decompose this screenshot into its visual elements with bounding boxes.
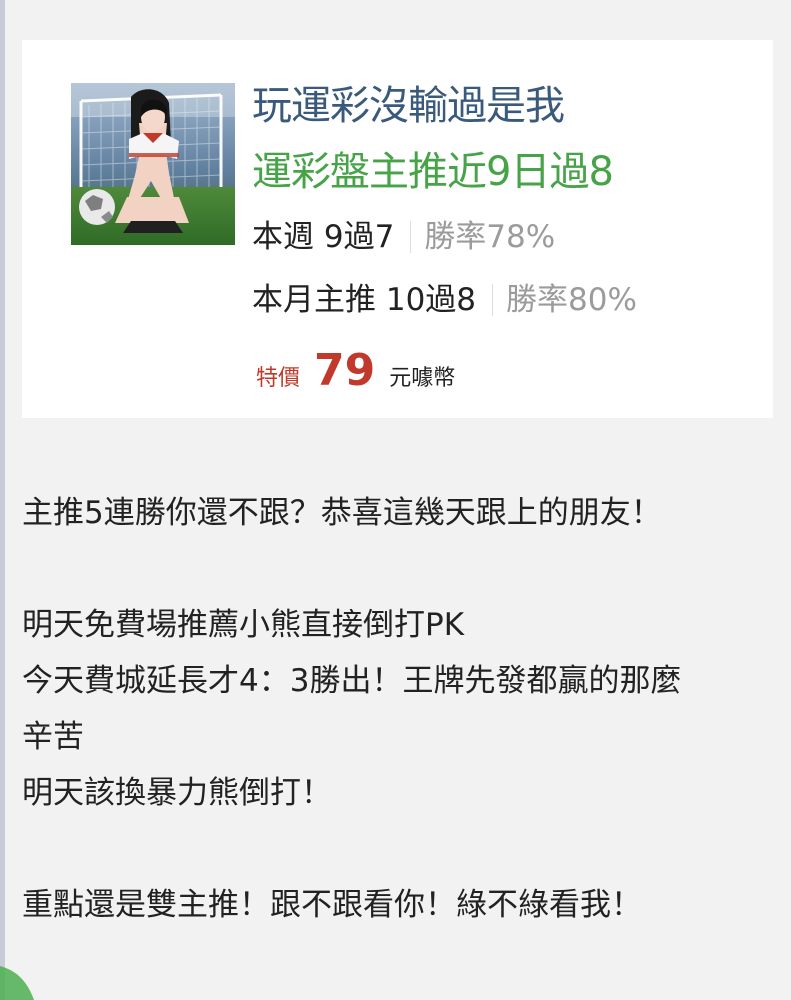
promo-card[interactable]: 玩運彩沒輸過是我 運彩盤主推近9日過8 本週 9過7 勝率78% 本月主推 10… [22,40,773,418]
tipster-subtitle: 運彩盤主推近9日過8 [252,149,614,195]
price-unit: 元噱幣 [389,366,456,391]
page-edge [0,0,5,1000]
weekly-win-rate: 勝率78% [424,219,556,255]
post-line: 主推5連勝你還不跟？恭喜這幾天跟上的朋友！ [22,495,662,531]
monthly-win-rate: 勝率80% [506,282,637,318]
leaf-icon [0,966,34,1000]
post-line: 重點還是雙主推！跟不跟看你！綠不綠看我！ [22,887,642,923]
price-row[interactable]: 特價 79 元噱幣 [256,345,455,399]
promo-thumbnail-image [71,83,235,245]
price-label: 特價 [256,366,301,391]
post-line: 明天免費場推薦小熊直接倒打PK [22,607,465,643]
weekly-stat: 本週 9過7 勝率78% [252,217,555,257]
post-line: 今天費城延長才4：3勝出！王牌先發都贏的那麼 [22,663,682,699]
post-line: 明天該換暴力熊倒打！ [22,775,332,811]
post-body: 主推5連勝你還不跟？恭喜這幾天跟上的朋友！ 明天免費場推薦小熊直接倒打PK 今天… [22,485,782,933]
weekly-record: 本週 9過7 [252,219,395,255]
stat-divider [492,284,494,316]
monthly-stat: 本月主推 10過8 勝率80% [252,280,637,320]
promo-thumbnail[interactable] [71,83,235,245]
monthly-record: 本月主推 10過8 [252,282,477,318]
tipster-title[interactable]: 玩運彩沒輸過是我 [252,80,565,132]
post-line: 辛苦 [22,719,84,755]
price-value: 79 [314,345,376,396]
stat-divider [410,221,412,253]
